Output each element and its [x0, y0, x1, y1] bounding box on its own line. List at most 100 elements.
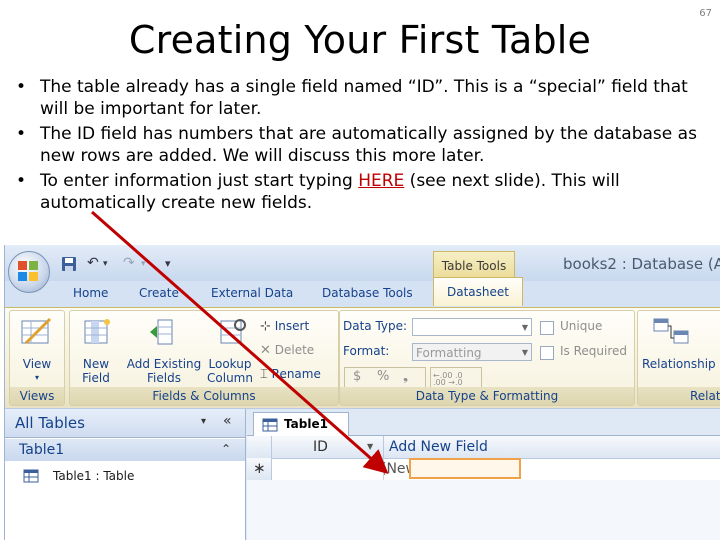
save-icon[interactable] — [61, 256, 77, 272]
nav-group-table1[interactable]: Table1 ⌃ — [5, 439, 245, 461]
bullet-dot: • — [16, 124, 27, 144]
select-all-corner[interactable] — [247, 436, 272, 458]
data-type-label: Data Type: — [343, 319, 408, 333]
nav-pane-title: All Tables — [15, 414, 85, 432]
chevron-down-icon: ▼ — [521, 348, 528, 357]
decimal-buttons: ←.00 .0 .00 →.0 — [430, 367, 482, 389]
new-record-row: (New) — [271, 458, 720, 481]
add-existing-fields-icon — [150, 319, 173, 345]
view-icon — [21, 317, 52, 345]
datasheet-header-row: ID ▼ Add New Field — [247, 436, 720, 459]
percent-button[interactable]: % — [377, 369, 389, 384]
group-collapse-icon[interactable]: ⌃ — [221, 442, 231, 456]
bullet-text: The table already has a single field nam… — [40, 77, 688, 119]
bullet-item: • The table already has a single field n… — [8, 76, 716, 120]
redo-icon[interactable]: ↷ — [123, 255, 135, 271]
unique-checkbox[interactable] — [540, 321, 554, 335]
lookup-column-button[interactable]: Lookup Column — [204, 357, 256, 385]
decrease-decimals-button[interactable]: .00 →.0 — [433, 378, 463, 387]
cell-divider — [383, 458, 384, 480]
lookup-label-1: Lookup — [208, 357, 252, 371]
customize-qat-icon[interactable]: ▾ — [165, 257, 171, 270]
delete-label: Delete — [274, 343, 315, 357]
undo-dropdown-icon[interactable]: ▾ — [103, 259, 108, 269]
office-logo-icon — [18, 261, 38, 281]
unique-label: Unique — [560, 319, 603, 333]
table-icon — [262, 418, 278, 432]
insert-column-button[interactable]: ⊹ Insert — [260, 319, 309, 334]
insert-column-icon: ⊹ — [260, 319, 271, 334]
data-type-formatting-group: Data Type: ▼ Format: Formatting ▼ Unique… — [339, 310, 635, 406]
ribbon-tabs: Home Create External Data Database Tools — [5, 281, 720, 307]
rename-label: Rename — [271, 367, 321, 381]
is-required-label: Is Required — [560, 344, 628, 358]
document-tab-label: Table1 — [284, 417, 328, 431]
views-group: View ▾ Views — [9, 310, 65, 406]
new-record-icon: ∗ — [253, 459, 266, 477]
relationships-group: Relationship Relati — [637, 310, 720, 406]
datasheet-empty-area — [247, 480, 720, 540]
tab-database-tools[interactable]: Database Tools — [322, 286, 413, 300]
rename-column-button[interactable]: ⌶ Rename — [260, 367, 321, 382]
tab-create[interactable]: Create — [139, 286, 179, 300]
delete-column-button[interactable]: ✕ Delete — [260, 343, 314, 358]
is-required-checkbox[interactable] — [540, 346, 554, 360]
tab-external-data[interactable]: External Data — [211, 286, 293, 300]
add-existing-label-1: Add Existing — [126, 357, 202, 371]
column-header-add-new-field[interactable]: Add New Field — [389, 436, 488, 458]
data-type-combo[interactable]: ▼ — [412, 318, 532, 336]
quick-access-toolbar: ↶ ▾ ↷ ▾ ▾ — [61, 253, 191, 275]
rename-column-icon: ⌶ — [260, 367, 268, 382]
bullet-item: • The ID field has numbers that are auto… — [8, 123, 716, 167]
chevron-down-icon: ▼ — [521, 323, 528, 332]
lookup-column-icon — [220, 319, 246, 344]
table-icon — [23, 469, 39, 483]
new-record-selector[interactable]: ∗ — [247, 458, 272, 481]
nav-item-table1[interactable]: Table1 : Table — [53, 469, 134, 483]
datasheet-area: Table1 ID ▼ Add New Field ∗ (New) — [247, 409, 720, 540]
delete-column-icon: ✕ — [260, 343, 271, 358]
data-type-group-label: Data Type & Formatting — [340, 387, 634, 405]
tab-datasheet[interactable]: Datasheet — [433, 277, 523, 306]
new-field-button[interactable]: New Field — [76, 357, 116, 385]
office-button[interactable] — [8, 251, 50, 293]
add-existing-fields-button[interactable]: Add Existing Fields — [126, 357, 202, 385]
navigation-pane: All Tables ▾ « Table1 ⌃ Table1 : Table — [5, 409, 246, 540]
bullet-dot: • — [16, 171, 27, 191]
column-header-id[interactable]: ID — [313, 436, 328, 458]
ribbon: View ▾ Views New Field Add Existing Fiel… — [5, 307, 720, 409]
nav-collapse-icon[interactable]: « — [223, 413, 232, 429]
app-title: books2 : Database (Acc — [563, 255, 720, 273]
undo-icon[interactable]: ↶ — [87, 255, 99, 271]
access-window: ↶ ▾ ↷ ▾ ▾ Table Tools books2 : Database … — [4, 245, 720, 540]
nav-pane-header[interactable]: All Tables ▾ « — [5, 409, 245, 438]
insert-label: Insert — [274, 319, 310, 333]
format-combo[interactable]: Formatting ▼ — [412, 343, 532, 361]
bullet-text: The ID field has numbers that are automa… — [40, 124, 697, 166]
document-tab-table1[interactable]: Table1 — [253, 412, 349, 436]
column-header-dropdown-icon[interactable]: ▼ — [367, 436, 373, 458]
comma-button[interactable]: ❟ — [403, 369, 408, 384]
nav-group-label: Table1 — [19, 442, 65, 458]
nav-dropdown-icon[interactable]: ▾ — [201, 416, 206, 427]
redo-dropdown-icon[interactable]: ▾ — [141, 259, 146, 269]
number-format-buttons: $ % ❟ — [344, 367, 426, 389]
new-field-label-2: Field — [82, 371, 110, 385]
view-button[interactable]: View ▾ — [10, 357, 64, 385]
page-number: 67 — [699, 8, 712, 19]
relationships-button[interactable]: Relationship — [642, 357, 716, 371]
tab-home[interactable]: Home — [73, 286, 108, 300]
here-link[interactable]: HERE — [358, 171, 404, 191]
add-new-field-cell[interactable] — [409, 458, 521, 479]
currency-button[interactable]: $ — [353, 369, 361, 384]
relationships-icon — [653, 318, 689, 344]
relationships-group-label: Relati — [638, 387, 720, 405]
views-group-label: Views — [10, 387, 64, 405]
lookup-label-2: Column — [207, 371, 253, 385]
format-value: Formatting — [416, 346, 482, 360]
new-field-label-1: New — [82, 357, 110, 371]
view-button-label: View — [22, 357, 52, 371]
slide-title: Creating Your First Table — [128, 18, 592, 62]
bullet-text-pre: To enter information just start typing — [40, 171, 359, 191]
fields-columns-group: New Field Add Existing Fields Lookup Col… — [69, 310, 339, 406]
